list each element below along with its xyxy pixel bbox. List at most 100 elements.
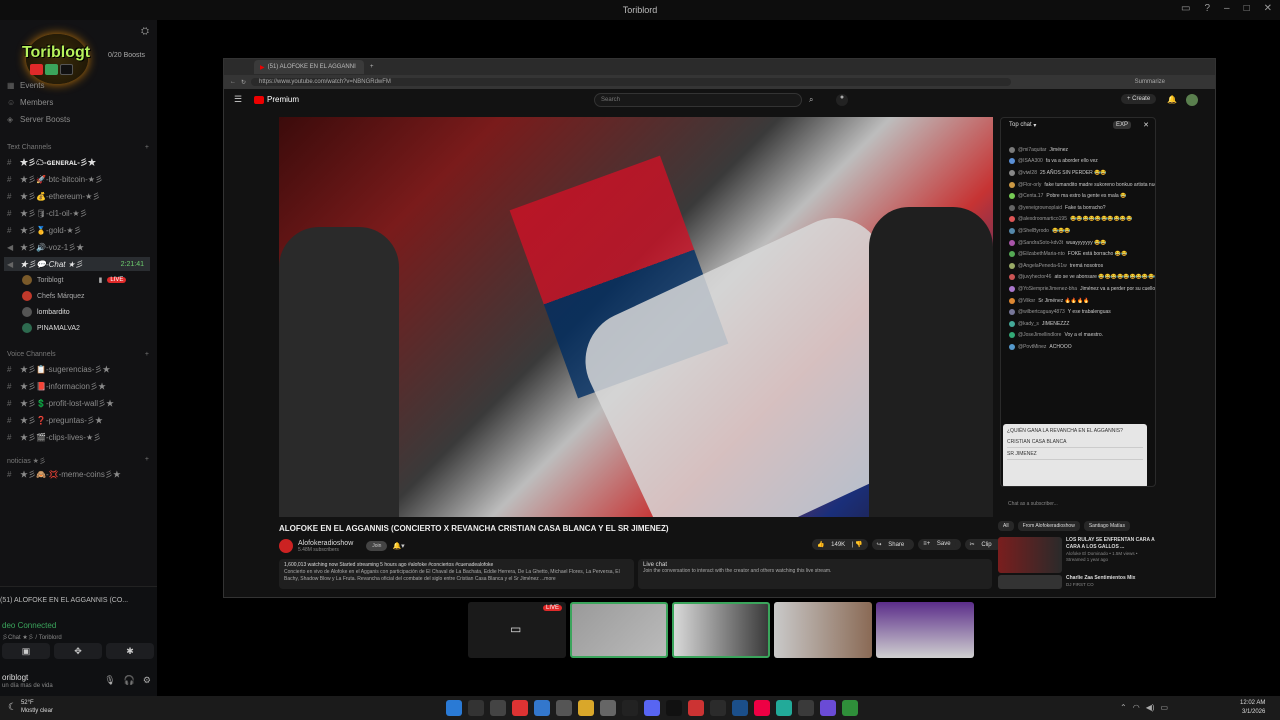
channel-sugerencias[interactable]: # ★彡📋-sugerencias-彡★ (7, 362, 110, 376)
soundboard-button[interactable]: ✱ (106, 643, 154, 659)
minimize-button[interactable]: – (1224, 3, 1230, 14)
task-view-icon[interactable] (490, 700, 506, 716)
microphone-icon[interactable]: 🎙 (104, 675, 115, 686)
new-tab-icon[interactable]: + (370, 64, 374, 70)
voice-user[interactable]: PINAMALVA2 (22, 321, 80, 335)
chat-message[interactable]: @ShelByrodo 😂😂😂 (1001, 225, 1155, 237)
chat-username[interactable]: @JoseJimellindlore (1018, 332, 1061, 338)
add-member-icon[interactable]: ⛭ (141, 26, 149, 37)
chat-message[interactable]: @Centa.17 Pobre ma estro la gente es mala… (1001, 190, 1155, 202)
chat-username[interactable]: @Centa.17 (1018, 193, 1043, 199)
voice-search-icon[interactable]: ● (836, 94, 848, 106)
chat-message[interactable]: @mi7aquitar Jiménez (1001, 144, 1155, 156)
chat-message[interactable]: @Vilksr Sr Jiménez 🔥🔥🔥🔥 (1001, 295, 1155, 307)
stream-title[interactable]: (51) ALOFOKE EN EL AGGANNIS (CO... (0, 597, 128, 604)
chat-username[interactable]: @alexdroomartico195 (1018, 216, 1067, 222)
chat-message[interactable]: @kady_s JIMENEZZZ (1001, 318, 1155, 330)
chat-message[interactable]: @juvyhector46 ato se ve abonsare 😂😂😂😂😂😂😂😂… (1001, 272, 1155, 284)
stream-tile[interactable] (570, 602, 668, 658)
channel-chat[interactable]: ◀ ★彡💬-Chat ★彡 2:21:41 (4, 257, 150, 271)
chat-username[interactable]: @yeneigrownoplaid (1018, 205, 1062, 211)
volume-icon[interactable]: ◀) (1146, 703, 1155, 712)
chat-username[interactable]: @SandraSoto-kdv3t (1018, 240, 1063, 246)
chip-channel[interactable]: From Alofokeradioshow (1017, 521, 1080, 531)
chat-message[interactable]: @EilzabethMaria-nto FOKE está borracho 😂😂 (1001, 248, 1155, 260)
chat-username[interactable]: @viwl28 (1018, 170, 1037, 176)
share-button[interactable]: ↪ Share (871, 539, 915, 550)
maximize-button[interactable]: □ (1244, 3, 1250, 14)
chat-input[interactable]: Chat as a subscriber... (1000, 497, 1156, 511)
poll-option[interactable]: SR JIMENEZ (1007, 451, 1143, 460)
channel-preguntas[interactable]: # ★彡❓-preguntas-彡★ (7, 413, 103, 427)
voice-channels-header[interactable]: Voice Channels + (7, 351, 149, 358)
channel-clips[interactable]: # ★彡🎬-clips-lives-★彡 (7, 430, 101, 444)
clip-button[interactable]: ✂ Clip (964, 539, 1002, 550)
voice-user[interactable]: lombardito (22, 305, 70, 319)
text-channels-header[interactable]: Text Channels + (7, 144, 149, 151)
channel-profit[interactable]: # ★彡💲-profit-lost-wall彡★ (7, 396, 114, 410)
chat-username[interactable]: @ShelByrodo (1018, 228, 1049, 234)
chat-username[interactable]: @AngelaPeneda-61w (1018, 263, 1067, 269)
boost-counter[interactable]: 0/20 Boosts (108, 52, 145, 59)
chat-username[interactable]: @ISAA300 (1018, 158, 1043, 164)
channel-general[interactable]: # ★彡☁-ɢᴇɴᴇʀᴀʟ-彡★ (7, 155, 96, 169)
channel-name[interactable]: Alofokeradioshow (298, 540, 353, 547)
weather-widget[interactable]: ☾ 52°F Mostly clear (8, 699, 53, 715)
chat-message[interactable]: @Flor-orly fake tumandito madre sukoreno … (1001, 179, 1155, 191)
menu-icon[interactable]: ☰ (234, 94, 242, 105)
chat-username[interactable]: @YoSiemprieJimenez-bha (1018, 286, 1077, 292)
recommended-video[interactable]: LOS RULAY SE ENFRENTAN CARA A CARA A LOS… (998, 537, 1158, 573)
search-icon[interactable]: ⌕ (809, 95, 813, 105)
chat-username[interactable]: @kady_s (1018, 321, 1039, 327)
start-icon[interactable] (446, 700, 462, 716)
add-channel-icon[interactable]: + (145, 351, 149, 358)
chat-message[interactable]: @alexdroomartico195 😂😂😂😂😂😂😂😂😂😂 (1001, 214, 1155, 226)
video-description[interactable]: 1,600,013 watching now Started streaming… (279, 559, 634, 589)
chat-username[interactable]: @Flor-orly (1018, 182, 1041, 188)
chat-message[interactable]: @JoseJimellindlore Voy a el maestro. (1001, 330, 1155, 342)
channel-voz[interactable]: ◀ ★彡🔊-voz-1彡★ (7, 240, 84, 254)
nav-members[interactable]: ☺ Members (7, 95, 53, 109)
avatar[interactable] (1186, 94, 1198, 106)
tiktok-icon[interactable] (666, 700, 682, 716)
channel-gold[interactable]: # ★彡🥇-gold-★彡 (7, 223, 82, 237)
youtube-app-icon[interactable] (512, 700, 528, 716)
subscribed-bell-icon[interactable]: 🔔▾ (392, 542, 404, 550)
chat-username[interactable]: @PovtMinez (1018, 344, 1046, 350)
youtube-logo[interactable]: Premium (254, 95, 299, 104)
search-input[interactable]: Search (594, 93, 802, 107)
chat-mode-select[interactable]: Top chat (1009, 122, 1032, 128)
chat-message[interactable]: @viwl28 25 AÑOS SIN PERDER 😂😂 (1001, 167, 1155, 179)
channel-ethereum[interactable]: # ★彡💰-ethereum-★彡 (7, 189, 100, 203)
chat-message[interactable]: @wilbertcaguay4873 Y ese trabalenguas (1001, 306, 1155, 318)
chat-username[interactable]: @Vilksr (1018, 298, 1035, 304)
close-button[interactable]: ✕ (1264, 3, 1272, 14)
notifications-icon[interactable]: 🔔 (1167, 95, 1177, 104)
chat-message[interactable]: @PovtMinez ACHOOO (1001, 341, 1155, 353)
current-user-name[interactable]: oriblogt (2, 673, 28, 682)
poll-option[interactable]: CRISTIAN CASA BLANCA (1007, 439, 1143, 448)
chat-username[interactable]: @juvyhector46 (1018, 274, 1051, 280)
inbox-icon[interactable]: ▭ (1181, 3, 1190, 14)
chip-santiago[interactable]: Santiago Matías (1083, 521, 1130, 531)
stream-tile[interactable]: LIVE ▭ (468, 602, 566, 658)
calendar-icon[interactable] (600, 700, 616, 716)
channel-oil[interactable]: # ★彡🛢-cl1-oil-★彡 (7, 206, 88, 220)
search-icon[interactable] (468, 700, 484, 716)
video-player[interactable] (279, 117, 993, 517)
capcut-icon[interactable] (622, 700, 638, 716)
chat-message[interactable]: @SandraSoto-kdv3t wuayyyyyyy 😂😂 (1001, 237, 1155, 249)
chat-message[interactable]: @YoSiemprieJimenez-bha Jiménez va a perde… (1001, 283, 1155, 295)
headphones-icon[interactable]: 🎧 (124, 675, 135, 686)
chat-username[interactable]: @EilzabethMaria-nto (1018, 251, 1065, 257)
discord-icon[interactable] (644, 700, 660, 716)
browser-tab[interactable]: ▶ (51) ALOFOKE EN EL AGGANNI (254, 60, 364, 74)
add-channel-icon[interactable]: + (145, 144, 149, 151)
stream-tile[interactable] (774, 602, 872, 658)
voice-location[interactable]: 彡Chat ★彡 / Toriblord (2, 632, 62, 641)
exp-badge[interactable]: EXP (1112, 121, 1131, 129)
screen-share-button[interactable]: ▣ (2, 643, 50, 659)
voice-user[interactable]: Chefs Márquez (22, 289, 84, 303)
taskbar-clock[interactable]: 12:02 AM 3/1/2026 (1240, 699, 1265, 717)
app-icon[interactable] (776, 700, 792, 716)
